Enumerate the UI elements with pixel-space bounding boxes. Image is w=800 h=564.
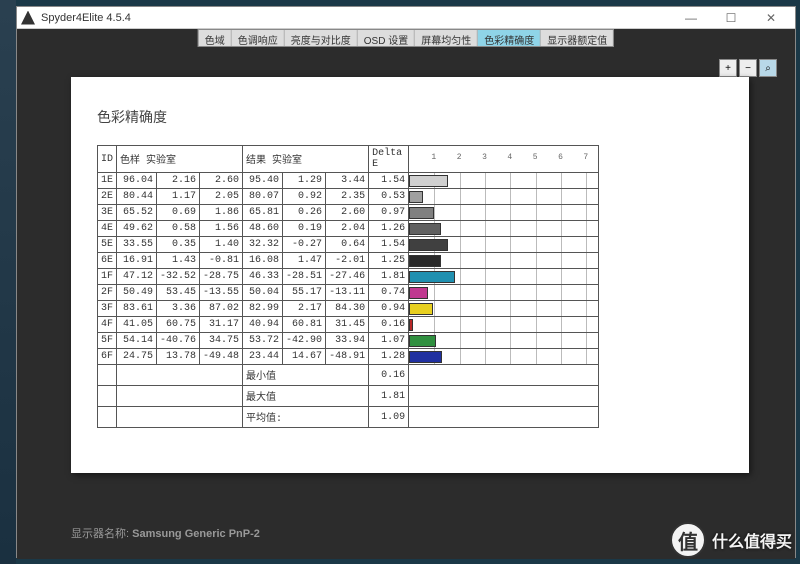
watermark-text: 什么值得买 (712, 528, 792, 552)
tab-6[interactable]: 显示器额定值 (541, 30, 613, 46)
close-button[interactable]: ✕ (751, 8, 791, 28)
monitor-name: Samsung Generic PnP-2 (132, 528, 260, 540)
zoom-toolbar: + − ⌕ (719, 59, 777, 77)
summary-row: 最大值1.81 (98, 386, 599, 407)
watermark: 值 什么值得买 (670, 522, 792, 558)
footer: 显示器名称: Samsung Generic PnP-2 (71, 525, 260, 541)
table-row: 1F47.12-32.52-28.7546.33-28.51-27.461.81 (98, 269, 599, 285)
delta-bar (409, 351, 441, 363)
tab-1[interactable]: 色调响应 (232, 30, 285, 46)
table-row: 6F24.7513.78-49.4823.4414.67-48.911.28 (98, 349, 599, 365)
col-delta: Delta E (369, 146, 409, 173)
delta-bar (409, 287, 428, 299)
app-body: 色域色调响应亮度与对比度OSD 设置屏幕均匀性色彩精确度显示器额定值 + − ⌕… (17, 29, 795, 559)
delta-bar (409, 175, 448, 187)
table-row: 2E80.441.172.0580.070.922.350.53 (98, 189, 599, 205)
tab-5[interactable]: 色彩精确度 (478, 30, 541, 46)
delta-bar (409, 191, 422, 203)
table-row: 1E96.042.162.6095.401.293.441.54 (98, 173, 599, 189)
maximize-button[interactable]: ☐ (711, 8, 751, 28)
table-row: 5F54.14-40.7634.7553.72-42.9033.941.07 (98, 333, 599, 349)
tab-2[interactable]: 亮度与对比度 (285, 30, 358, 46)
delta-bar (409, 271, 455, 283)
watermark-icon: 值 (670, 522, 706, 558)
app-icon (21, 11, 35, 25)
app-title: Spyder4Elite 4.5.4 (41, 12, 671, 24)
delta-bar (409, 207, 434, 219)
summary-row: 平均值:1.09 (98, 407, 599, 428)
col-chart: 1234567 (409, 146, 599, 173)
table-row: 3E65.520.691.8665.810.262.600.97 (98, 205, 599, 221)
col-id: ID (98, 146, 117, 173)
minimize-button[interactable]: — (671, 8, 711, 28)
delta-bar (409, 239, 448, 251)
summary-row: 最小值0.16 (98, 365, 599, 386)
table-row: 6E16.911.43-0.8116.081.47-2.011.25 (98, 253, 599, 269)
delta-bar (409, 303, 433, 315)
page-title: 色彩精确度 (97, 107, 723, 127)
delta-bar (409, 335, 436, 347)
delta-bar (409, 255, 441, 267)
col-sample: 色样 实验室 (117, 146, 243, 173)
table-row: 5E33.550.351.4032.32-0.270.641.54 (98, 237, 599, 253)
color-accuracy-table: ID色样 实验室结果 实验室Delta E1234567 1E96.042.16… (97, 145, 599, 428)
tab-3[interactable]: OSD 设置 (358, 30, 415, 46)
monitor-label: 显示器名称: (71, 528, 129, 540)
tab-4[interactable]: 屏幕均匀性 (415, 30, 478, 46)
app-window: Spyder4Elite 4.5.4 — ☐ ✕ 色域色调响应亮度与对比度OSD… (16, 6, 796, 558)
table-row: 3F83.613.3687.0282.992.1784.300.94 (98, 301, 599, 317)
col-result: 结果 实验室 (243, 146, 369, 173)
zoom-in-button[interactable]: + (719, 59, 737, 77)
zoom-out-button[interactable]: − (739, 59, 757, 77)
titlebar: Spyder4Elite 4.5.4 — ☐ ✕ (17, 7, 795, 29)
table-row: 4E49.620.581.5648.600.192.041.26 (98, 221, 599, 237)
table-row: 2F50.4953.45-13.5550.0455.17-13.110.74 (98, 285, 599, 301)
delta-bar (409, 223, 441, 235)
tab-0[interactable]: 色域 (199, 30, 232, 46)
table-row: 4F41.0560.7531.1740.9460.8131.450.16 (98, 317, 599, 333)
delta-bar (409, 319, 413, 331)
report-page: 色彩精确度 ID色样 实验室结果 实验室Delta E1234567 1E96.… (71, 77, 749, 473)
zoom-fit-button[interactable]: ⌕ (759, 59, 777, 77)
tab-bar: 色域色调响应亮度与对比度OSD 设置屏幕均匀性色彩精确度显示器额定值 (198, 29, 614, 47)
